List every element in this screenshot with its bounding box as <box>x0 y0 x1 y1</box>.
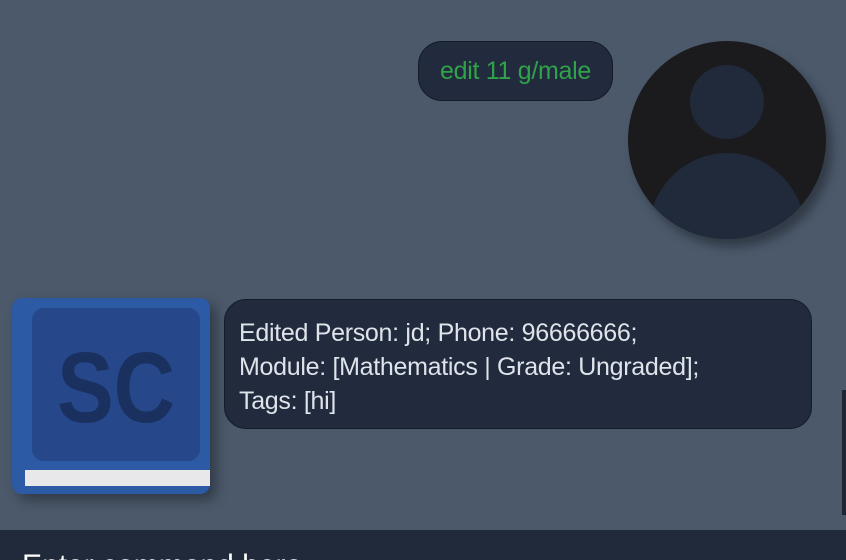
command-box <box>0 530 846 560</box>
scrollbar[interactable] <box>842 390 846 515</box>
chat-area: edit 11 g/male SC Edited Person: jd; Pho… <box>0 0 846 530</box>
bot-message-line: Edited Person: jd; Phone: 96666666; <box>239 319 638 347</box>
user-message-bubble: edit 11 g/male <box>418 41 613 101</box>
command-input[interactable] <box>22 546 822 560</box>
user-avatar-icon <box>628 41 826 239</box>
app-logo-text: SC <box>57 331 175 443</box>
book-logo-icon: SC <box>12 298 212 496</box>
bot-message-line: Module: [Mathematics | Grade: Ungraded]; <box>239 353 699 381</box>
bot-message-line: Tags: [hi] <box>239 387 337 415</box>
bot-message-bubble: Edited Person: jd; Phone: 96666666; Modu… <box>224 299 812 429</box>
